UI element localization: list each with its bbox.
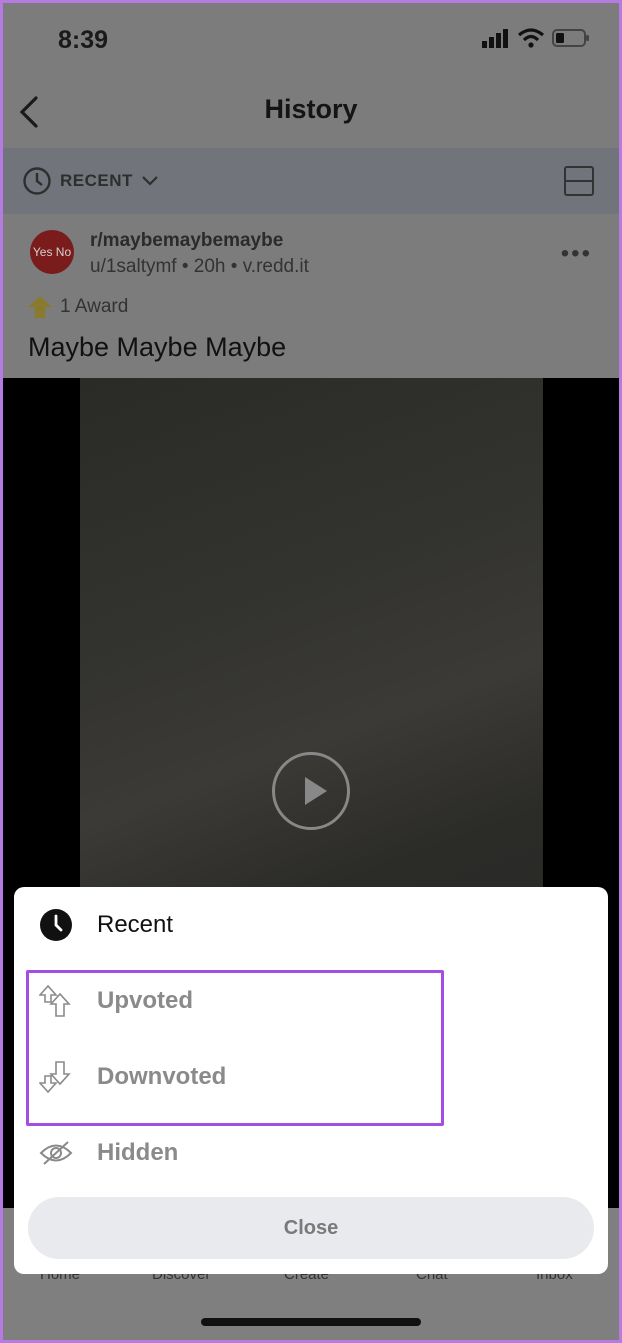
play-icon[interactable] <box>272 752 350 830</box>
option-hidden[interactable]: Hidden <box>14 1118 608 1188</box>
home-indicator <box>201 1318 421 1326</box>
page-title: History <box>264 94 358 124</box>
subreddit-avatar[interactable]: Yes No <box>30 230 74 274</box>
post-title[interactable]: Maybe Maybe Maybe <box>28 332 286 363</box>
clock-outline-icon <box>23 167 51 195</box>
option-label: Recent <box>97 911 174 938</box>
sort-filter-bar: RECENT <box>0 148 622 214</box>
subreddit-name[interactable]: r/maybemaybemaybe <box>90 230 283 252</box>
status-icons <box>482 28 590 48</box>
status-time: 8:39 <box>58 26 109 54</box>
avatar-text: Yes No <box>32 245 72 259</box>
award-text: 1 Award <box>60 296 129 317</box>
award-badge: 1 Award <box>28 296 128 318</box>
option-label: Hidden <box>97 1139 179 1166</box>
clock-icon <box>38 907 74 943</box>
card-layout-icon[interactable] <box>564 166 594 196</box>
signal-icon <box>482 29 508 48</box>
sort-dropdown[interactable]: RECENT <box>22 166 159 196</box>
sort-label: RECENT <box>60 171 133 190</box>
option-recent[interactable]: Recent <box>14 890 608 960</box>
award-icon <box>28 296 52 318</box>
wifi-icon <box>518 28 544 48</box>
post-meta: u/1saltymf • 20h • v.redd.it <box>90 256 309 277</box>
eye-slash-icon <box>38 1135 74 1171</box>
status-bar: 8:39 <box>0 0 622 80</box>
chevron-down-icon <box>142 176 158 186</box>
post-header: Yes No r/maybemaybemaybe u/1saltymf • 20… <box>0 214 622 378</box>
more-options-icon[interactable]: ••• <box>561 240 592 268</box>
close-button[interactable]: Close <box>28 1197 594 1259</box>
battery-icon <box>552 29 589 47</box>
highlight-box <box>26 970 444 1126</box>
nav-bar: History <box>0 80 622 148</box>
